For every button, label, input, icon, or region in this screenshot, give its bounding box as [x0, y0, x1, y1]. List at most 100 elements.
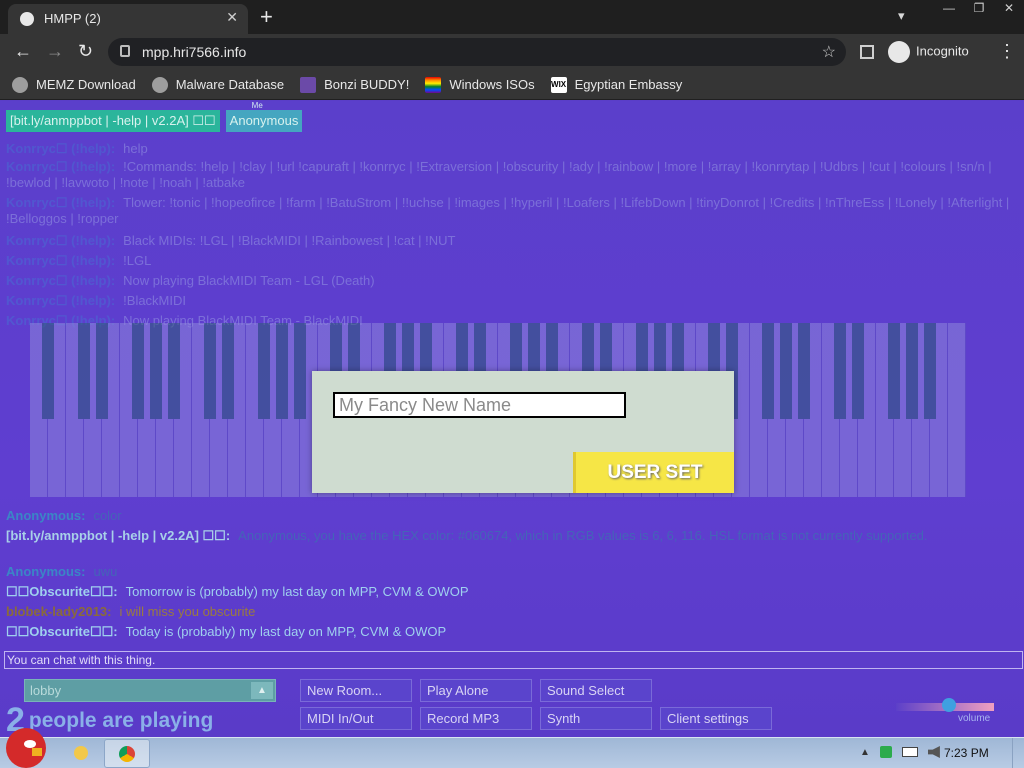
speaker-icon[interactable] [927, 746, 940, 758]
chat-log-recent: Anonymous: color [bit.ly/anmppbot | -help… [6, 506, 1018, 642]
chat-text: i will miss you obscurite [119, 604, 256, 619]
bot-name-tag[interactable]: [bit.ly/anmppbot | -help | v2.2A] ☐☐ [6, 110, 220, 132]
mpp-page: [bit.ly/anmppbot | -help | v2.2A] ☐☐ Me … [0, 101, 1024, 737]
black-key[interactable] [888, 323, 900, 419]
black-key[interactable] [78, 323, 90, 419]
record-mp3-button[interactable]: Record MP3 [420, 707, 532, 730]
bookmark-star-icon[interactable]: ☆ [822, 42, 836, 62]
tab-strip: HMPP (2) ✕ + ▾ — ❐ ✕ [0, 0, 1024, 34]
reload-icon[interactable]: ↻ [78, 41, 93, 62]
network-icon[interactable] [879, 746, 892, 758]
taskbar-chrome[interactable] [104, 739, 150, 768]
bookmark-memz[interactable]: MEMZ Download [12, 76, 136, 93]
black-key[interactable] [150, 323, 162, 419]
black-key[interactable] [204, 323, 216, 419]
chat-text: !Commands: !help | !clay | !url !capuraf… [6, 159, 992, 190]
start-button[interactable] [6, 728, 46, 768]
chevron-up-icon[interactable]: ▲ [251, 682, 273, 699]
user-set-button[interactable]: USER SET [573, 452, 734, 493]
minimize-button[interactable]: — [934, 0, 964, 18]
black-key[interactable] [258, 323, 270, 419]
chat-author: Anonymous: [6, 508, 86, 523]
chat-author: Anonymous: [6, 564, 86, 579]
chat-author: Konrryc☐ (!help): [6, 253, 116, 268]
tray-overflow-icon[interactable]: ▲ [860, 747, 870, 758]
close-window-button[interactable]: ✕ [994, 0, 1024, 18]
chat-text: help [123, 141, 148, 156]
url-text[interactable]: mpp.hri7566.info [142, 44, 246, 60]
chat-message: Konrryc☐ (!help): Tlower: !tonic | !hopeo… [6, 195, 1018, 231]
new-tab-button[interactable]: + [260, 4, 273, 30]
chat-message: Anonymous: uwu [6, 562, 1018, 582]
black-key[interactable] [132, 323, 144, 419]
new-room-button[interactable]: New Room... [300, 679, 412, 702]
black-key[interactable] [852, 323, 864, 419]
chat-message: blobek-lady2013: i will miss you obscurit… [6, 602, 1018, 622]
chat-author: Konrryc☐ (!help): [6, 293, 116, 308]
browser-tab[interactable]: HMPP (2) ✕ [8, 4, 248, 34]
rainbow-flag-icon [425, 76, 442, 93]
forward-arrow-icon[interactable]: → [46, 41, 64, 62]
chat-log: Konrryc☐ (!help): help Konrryc☐ (!help):!… [6, 139, 1018, 331]
black-key[interactable] [276, 323, 288, 419]
chat-author: [bit.ly/anmppbot | -help | v2.2A] ☐☐: [6, 528, 231, 543]
tab-search-chevron-icon[interactable]: ▾ [898, 8, 905, 24]
black-key[interactable] [798, 323, 810, 419]
room-selector[interactable]: lobby ▲ [24, 679, 276, 702]
lock-icon[interactable] [120, 45, 130, 57]
bookmark-windows-isos[interactable]: Windows ISOs [425, 76, 535, 93]
chat-author: Konrryc☐ (!help): [6, 195, 116, 210]
side-panel-icon[interactable] [860, 45, 874, 59]
black-key[interactable] [924, 323, 936, 419]
browser-toolbar: ← → ↻ mpp.hri7566.info ☆ Incognito ⋮ [0, 34, 1024, 70]
volume-knob[interactable] [942, 698, 956, 712]
chat-text: Tomorrow is (probably) my last day on MP… [125, 584, 469, 599]
player-count-label: people are playing [28, 709, 214, 732]
restore-button[interactable]: ❐ [964, 0, 994, 18]
black-key[interactable] [834, 323, 846, 419]
chat-message: Konrryc☐ (!help): !LGL [6, 251, 1018, 271]
black-key[interactable] [762, 323, 774, 419]
incognito-indicator[interactable]: Incognito [888, 41, 969, 63]
black-key[interactable] [294, 323, 306, 419]
close-tab-icon[interactable]: ✕ [226, 9, 238, 26]
bookmark-bonzi[interactable]: Bonzi BUDDY! [300, 76, 409, 93]
white-key[interactable] [948, 323, 966, 497]
battery-icon[interactable] [901, 747, 918, 757]
black-key[interactable] [906, 323, 918, 419]
black-key[interactable] [222, 323, 234, 419]
taskbar: ▲ 7:23 PM [0, 728, 1024, 768]
volume-label: volume [958, 713, 991, 724]
address-bar[interactable]: mpp.hri7566.info ☆ [108, 38, 846, 66]
black-key[interactable] [96, 323, 108, 419]
chat-input[interactable]: You can chat with this thing. [4, 651, 1023, 669]
sound-select-button[interactable]: Sound Select [540, 679, 652, 702]
my-name-tag[interactable]: Me Anonymous [225, 101, 303, 132]
bookmark-egyptian-embassy[interactable]: WIX Egyptian Embassy [550, 76, 683, 93]
show-desktop-button[interactable] [1012, 738, 1024, 768]
black-key[interactable] [42, 323, 54, 419]
bookmark-label: MEMZ Download [36, 77, 136, 92]
chat-message: ☐☐Obscurite☐☐: Today is (probably) my las… [6, 622, 1018, 642]
bookmark-malware-database[interactable]: Malware Database [151, 76, 284, 93]
black-key[interactable] [780, 323, 792, 419]
black-key[interactable] [168, 323, 180, 419]
clock[interactable]: 7:23 PM [944, 746, 989, 760]
globe-icon [151, 76, 168, 93]
name-input[interactable] [333, 392, 626, 418]
midi-in-out-button[interactable]: MIDI In/Out [300, 707, 412, 730]
back-arrow-icon[interactable]: ← [14, 41, 32, 62]
chat-text: color [93, 508, 122, 523]
browser-menu-icon[interactable]: ⋮ [998, 41, 1016, 62]
chat-author: Konrryc☐ (!help): [6, 273, 116, 288]
bookmark-label: Egyptian Embassy [574, 77, 683, 92]
chat-message: ☐☐Obscurite☐☐: Tomorrow is (probably) my … [6, 582, 1018, 602]
chat-text: !LGL [123, 253, 152, 268]
taskbar-explorer[interactable] [62, 739, 102, 768]
client-settings-button[interactable]: Client settings [660, 707, 772, 730]
synth-button[interactable]: Synth [540, 707, 652, 730]
play-alone-button[interactable]: Play Alone [420, 679, 532, 702]
chat-message: Konrryc☐ (!help): Now playing BlackMIDI T… [6, 271, 1018, 291]
chat-message: Konrryc☐ (!help): !Commands: !help | !cla… [6, 159, 1018, 195]
chat-text: !BlackMIDI [123, 293, 186, 308]
